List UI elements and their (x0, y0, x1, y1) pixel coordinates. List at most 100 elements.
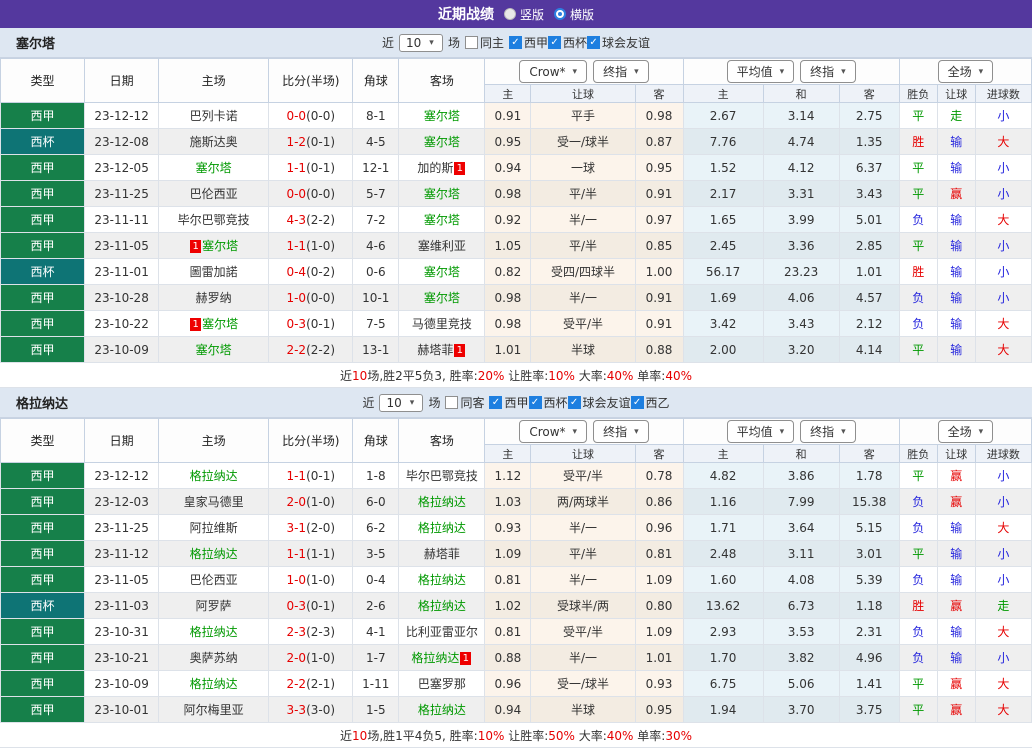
team-name[interactable]: 塞尔塔 (202, 239, 238, 253)
home-team[interactable]: 格拉纳达 (159, 541, 269, 567)
odds-stage-select[interactable]: 终指▾ (593, 60, 649, 83)
checkbox-checked-icon[interactable]: ✓ (509, 36, 522, 49)
team-name[interactable]: 巴列卡诺 (190, 109, 238, 123)
home-team[interactable]: 格拉纳达 (159, 619, 269, 645)
league-filter[interactable]: ✓球会友谊 (568, 394, 631, 411)
home-team[interactable]: 赫罗纳 (159, 285, 269, 311)
team-name[interactable]: 格拉纳达 (418, 703, 466, 717)
league-filter[interactable]: ✓西甲 (489, 394, 528, 411)
radio-icon[interactable] (504, 8, 516, 20)
home-team[interactable]: 塞尔塔 (159, 155, 269, 181)
league-filter[interactable]: ✓西乙 (631, 394, 670, 411)
checkbox-checked-icon[interactable]: ✓ (631, 396, 644, 409)
away-team[interactable]: 赫塔菲1 (399, 337, 485, 363)
team-name[interactable]: 格拉纳达 (190, 677, 238, 691)
league-filter[interactable]: ✓球会友谊 (587, 34, 650, 51)
team-name[interactable]: 马德里竞技 (412, 317, 472, 331)
away-team[interactable]: 格拉纳达 (399, 489, 485, 515)
team-name[interactable]: 比利亚雷亚尔 (406, 625, 478, 639)
away-team[interactable]: 加的斯1 (399, 155, 485, 181)
team-name[interactable]: 巴塞罗那 (418, 677, 466, 691)
team-name[interactable]: 格拉纳达 (190, 625, 238, 639)
away-team[interactable]: 格拉纳达 (399, 697, 485, 723)
team-name[interactable]: 格拉纳达 (418, 495, 466, 509)
team-name[interactable]: 格拉纳达 (411, 651, 459, 665)
away-team[interactable]: 塞尔塔 (399, 285, 485, 311)
avg-stage-select[interactable]: 终指▾ (800, 420, 856, 443)
home-team[interactable]: 格拉纳达 (159, 463, 269, 489)
checkbox-checked-icon[interactable]: ✓ (548, 36, 561, 49)
team-name[interactable]: 阿尔梅里亚 (184, 703, 244, 717)
away-team[interactable]: 格拉纳达1 (399, 645, 485, 671)
team-name[interactable]: 格拉纳达 (190, 469, 238, 483)
average-select[interactable]: 平均值▾ (727, 420, 795, 443)
team-name[interactable]: 塞尔塔 (424, 291, 460, 305)
home-team[interactable]: 皇家马德里 (159, 489, 269, 515)
away-team[interactable]: 塞尔塔 (399, 129, 485, 155)
checkbox-unchecked-icon[interactable] (465, 36, 478, 49)
team-name[interactable]: 塞尔塔 (424, 213, 460, 227)
team-name[interactable]: 塞尔塔 (202, 317, 238, 331)
average-select[interactable]: 平均值▾ (727, 60, 795, 83)
team-name[interactable]: 施斯达奥 (190, 135, 238, 149)
home-team[interactable]: 阿尔梅里亚 (159, 697, 269, 723)
away-team[interactable]: 塞尔塔 (399, 207, 485, 233)
radio-vertical-layout[interactable]: 竖版 (504, 6, 544, 23)
avg-stage-select[interactable]: 终指▾ (800, 60, 856, 83)
team-name[interactable]: 阿罗萨 (196, 599, 232, 613)
team-name[interactable]: 毕尔巴鄂竞技 (406, 469, 478, 483)
away-team[interactable]: 格拉纳达 (399, 567, 485, 593)
league-filter[interactable]: ✓西杯 (548, 34, 587, 51)
radio-horizontal-layout[interactable]: 横版 (554, 6, 594, 23)
away-team[interactable]: 塞尔塔 (399, 259, 485, 285)
home-team[interactable]: 巴伦西亚 (159, 181, 269, 207)
team-name[interactable]: 塞维利亚 (418, 239, 466, 253)
team-name[interactable]: 格拉纳达 (190, 547, 238, 561)
away-team[interactable]: 巴塞罗那 (399, 671, 485, 697)
team-name[interactable]: 塞尔塔 (424, 265, 460, 279)
away-team[interactable]: 赫塔菲 (399, 541, 485, 567)
odds-stage-select[interactable]: 终指▾ (593, 420, 649, 443)
team-name[interactable]: 皇家马德里 (184, 495, 244, 509)
league-filter[interactable]: ✓西甲 (509, 34, 548, 51)
team-name[interactable]: 塞尔塔 (196, 161, 232, 175)
team-name[interactable]: 奥萨苏纳 (190, 651, 238, 665)
away-team[interactable]: 格拉纳达 (399, 515, 485, 541)
away-team[interactable]: 塞维利亚 (399, 233, 485, 259)
home-team[interactable]: 塞尔塔 (159, 337, 269, 363)
team-name[interactable]: 赫塔菲 (417, 343, 453, 357)
team-name[interactable]: 巴伦西亚 (190, 573, 238, 587)
home-team[interactable]: 1塞尔塔 (159, 233, 269, 259)
away-team[interactable]: 毕尔巴鄂竞技 (399, 463, 485, 489)
league-filter[interactable]: ✓西杯 (529, 394, 568, 411)
checkbox-checked-icon[interactable]: ✓ (489, 396, 502, 409)
home-team[interactable]: 奥萨苏纳 (159, 645, 269, 671)
fulltime-select[interactable]: 全场▾ (938, 60, 994, 83)
team-name[interactable]: 巴伦西亚 (190, 187, 238, 201)
home-team[interactable]: 巴伦西亚 (159, 567, 269, 593)
recent-count-select[interactable]: 10 ▾ (399, 34, 443, 52)
checkbox-unchecked-icon[interactable] (445, 396, 458, 409)
home-team[interactable]: 阿拉维斯 (159, 515, 269, 541)
fulltime-select[interactable]: 全场▾ (938, 420, 994, 443)
home-team[interactable]: 巴列卡诺 (159, 103, 269, 129)
away-team[interactable]: 格拉纳达 (399, 593, 485, 619)
away-team[interactable]: 塞尔塔 (399, 103, 485, 129)
team-name[interactable]: 赫罗纳 (196, 291, 232, 305)
home-team[interactable]: 格拉纳达 (159, 671, 269, 697)
home-team[interactable]: 阿罗萨 (159, 593, 269, 619)
team-name[interactable]: 塞尔塔 (196, 343, 232, 357)
team-name[interactable]: 毕尔巴鄂竞技 (178, 213, 250, 227)
away-team[interactable]: 塞尔塔 (399, 181, 485, 207)
team-name[interactable]: 格拉纳达 (418, 599, 466, 613)
team-name[interactable]: 赫塔菲 (424, 547, 460, 561)
home-team[interactable]: 毕尔巴鄂竞技 (159, 207, 269, 233)
bookmaker-select[interactable]: Crow*▾ (519, 420, 587, 443)
home-team[interactable]: 施斯达奥 (159, 129, 269, 155)
team-name[interactable]: 圖雷加諾 (190, 265, 238, 279)
away-team[interactable]: 马德里竞技 (399, 311, 485, 337)
home-team[interactable]: 1塞尔塔 (159, 311, 269, 337)
team-name[interactable]: 阿拉维斯 (190, 521, 238, 535)
away-team[interactable]: 比利亚雷亚尔 (399, 619, 485, 645)
team-name[interactable]: 加的斯 (417, 161, 453, 175)
